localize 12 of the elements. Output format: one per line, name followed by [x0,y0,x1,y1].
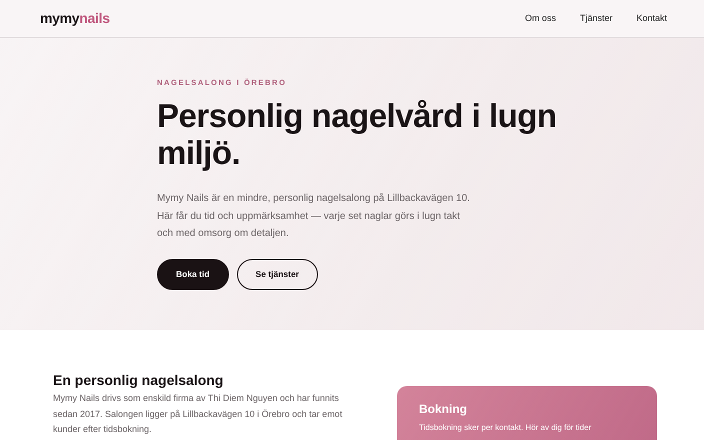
services-button[interactable]: Se tjänster [236,258,318,290]
logo[interactable]: mymynails [40,8,110,29]
hero-text: Mymy Nails är en mindre, personlig nagelsalong på Lillbackavägen 10. Här får du tid och uppmärksamhet — varje set naglar görs i lugn takt och med omsorg om detaljen. [157,192,471,242]
nav-link[interactable]: Om oss [524,12,556,26]
book-button[interactable]: Boka tid [157,258,229,290]
nav-link[interactable]: Kontakt [636,12,667,26]
card-text: Tidsbokning sker per kontakt. Hör av dig för tider [419,422,592,434]
section-text: Mymy Nails drivs som enskild firma av Thi Diem Nguyen och har funnits sedan 2017. Salongen ligger på Lillbackavägen 10 i Örebro och tar emot kunder efter tidsbokning. [53,392,344,436]
card-title: Bokning [419,402,468,416]
hero-title: Personlig nagelvård i lugn miljö. [157,98,558,172]
section-title: En personlig nagelsalong [53,372,224,389]
nav-link[interactable]: Tjänster [580,12,612,26]
